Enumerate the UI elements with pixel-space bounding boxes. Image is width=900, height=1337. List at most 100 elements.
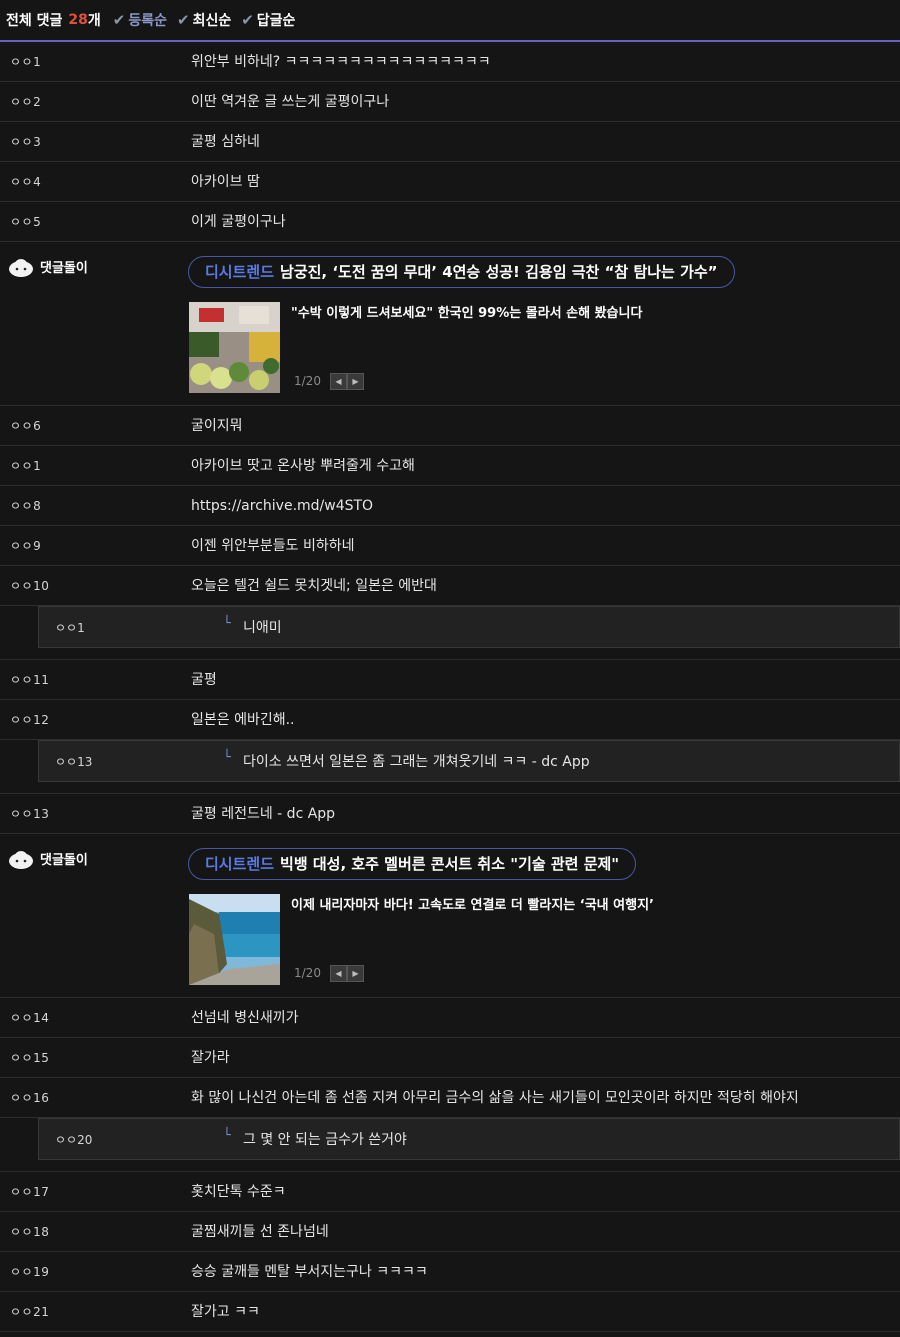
check-icon: ✔ xyxy=(112,11,126,29)
comment-text: 홋치단톡 수준ㅋ xyxy=(191,1184,286,1200)
trend-headline: 남궁진, ‘도전 꿈의 무대’ 4연승 성공! 김용임 극찬 “참 탐나는 가수… xyxy=(280,263,718,281)
comment-row: ㅇㅇ2 이딴 역겨운 글 쓰는게 굴평이구나 xyxy=(0,82,900,122)
comment-text: 아카이브 땃고 온사방 뿌려줄게 수고해 xyxy=(191,458,415,474)
comment-row: ㅇㅇ4 아카이브 땀 xyxy=(0,162,900,202)
comment-row: ㅇㅇ21 잘가고 ㅋㅋ xyxy=(0,1292,900,1332)
comment-nick[interactable]: ㅇㅇ5 xyxy=(10,202,41,242)
reply-nick[interactable]: ㅇㅇ13 xyxy=(55,741,92,783)
comment-text: 굴이지뭐 xyxy=(191,418,243,434)
comment-row: ㅇㅇ3 굴평 심하네 xyxy=(0,122,900,162)
comment-nick[interactable]: ㅇㅇ11 xyxy=(10,660,49,700)
reply-text: 니애미 xyxy=(243,620,282,636)
next-icon[interactable]: ▶ xyxy=(347,965,364,982)
next-icon[interactable]: ▶ xyxy=(347,373,364,390)
bot-avatar-icon xyxy=(9,259,33,277)
reply-arrow-icon: └ xyxy=(223,616,231,631)
comment-nick[interactable]: ㅇㅇ1 xyxy=(10,446,41,486)
comment-row: ㅇㅇ14 선넘네 병신새끼가 xyxy=(0,998,900,1038)
comment-text: 굴찜새끼들 선 존나넘네 xyxy=(191,1224,329,1240)
news-thumbnail[interactable] xyxy=(189,894,280,985)
comment-nick[interactable]: ㅇㅇ17 xyxy=(10,1172,49,1212)
comment-text: 굴평 심하네 xyxy=(191,134,260,150)
comment-text: 이딴 역겨운 글 쓰는게 굴평이구나 xyxy=(191,94,390,110)
comment-row: ㅇㅇ9 이젠 위안부분들도 비하하네 xyxy=(0,526,900,566)
comment-text: 이젠 위안부분들도 비하하네 xyxy=(191,538,355,554)
comment-nick[interactable]: ㅇㅇ1 xyxy=(10,42,41,82)
reply-nick[interactable]: ㅇㅇ20 xyxy=(55,1119,92,1161)
comment-row: ㅇㅇ5 이게 굴평이구나 xyxy=(0,202,900,242)
bot-ad-card: 댓글돌이 디시트렌드 남궁진, ‘도전 꿈의 무대’ 4연승 성공! 김용임 극찬… xyxy=(0,242,900,406)
comment-row: ㅇㅇ1 위안부 비하네? ㅋㅋㅋㅋㅋㅋㅋㅋㅋㅋㅋㅋㅋㅋㅋㅋ xyxy=(0,42,900,82)
comment-count-unit: 개 xyxy=(87,13,101,29)
comment-text: 굴평 xyxy=(191,672,217,688)
comment-count: 28 xyxy=(68,12,88,28)
comment-row: ㅇㅇ6 굴이지뭐 xyxy=(0,406,900,446)
comment-nick[interactable]: ㅇㅇ15 xyxy=(10,1038,49,1078)
reply-text: 그 몇 안 되는 금수가 쓴거야 xyxy=(243,1132,407,1148)
bot-name: 댓글돌이 xyxy=(40,261,88,276)
check-icon: ✔ xyxy=(241,11,254,29)
reply-row: ㅇㅇ20 └ 그 몇 안 되는 금수가 쓴거야 xyxy=(0,1118,900,1172)
comment-row: ㅇㅇ10 오늘은 텔건 쉴드 못치겟네; 일본은 에반대 xyxy=(0,566,900,606)
news-thumbnail[interactable] xyxy=(189,302,280,393)
reply-arrow-icon: └ xyxy=(223,750,231,765)
bot-ad-card: 댓글돌이 디시트렌드 빅뱅 대성, 호주 멜버른 콘서트 취소 "기술 관련 문제… xyxy=(0,834,900,998)
comment-row: ㅇㅇ11 굴평 xyxy=(0,660,900,700)
comment-text: 아카이브 땀 xyxy=(191,174,260,190)
comment-nick[interactable]: ㅇㅇ3 xyxy=(10,122,41,162)
comment-header: 전체 댓글 28 개 ✔ 등록순 ✔ 최신순 ✔ 답글순 xyxy=(0,0,900,42)
news-pager: 1/20 xyxy=(294,966,321,980)
comment-row: ㅇㅇ1 아카이브 땃고 온사방 뿌려줄게 수고해 xyxy=(0,446,900,486)
comment-row: ㅇㅇ13 굴평 레전드네 - dc App xyxy=(0,794,900,834)
comment-nick[interactable]: ㅇㅇ16 xyxy=(10,1078,49,1118)
sort-latest[interactable]: ✔ 최신순 xyxy=(177,10,231,30)
bot-avatar-icon xyxy=(9,851,33,869)
comment-nick[interactable]: ㅇㅇ8 xyxy=(10,486,41,526)
comment-nick[interactable]: ㅇㅇ19 xyxy=(10,1252,49,1292)
header-title: 전체 댓글 xyxy=(6,13,63,29)
comment-text: 이게 굴평이구나 xyxy=(191,214,286,230)
comment-row: ㅇㅇ18 굴찜새끼들 선 존나넘네 xyxy=(0,1212,900,1252)
comment-text: 선넘네 병신새끼가 xyxy=(191,1010,299,1026)
pager-buttons: ◀ ▶ xyxy=(330,965,364,982)
comment-nick[interactable]: ㅇㅇ14 xyxy=(10,998,49,1038)
trend-brand: 디시트렌드 xyxy=(205,855,275,873)
comment-row: ㅇㅇ12 일본은 에바긴해.. xyxy=(0,700,900,740)
sort-replies[interactable]: ✔ 답글순 xyxy=(241,10,295,30)
comment-text: 일본은 에바긴해.. xyxy=(191,712,295,728)
comment-row: ㅇㅇ8 https://archive.md/w4STO xyxy=(0,486,900,526)
comment-text: 승승 굴깨들 멘탈 부서지는구나 ㅋㅋㅋㅋ xyxy=(191,1264,428,1280)
comment-nick[interactable]: ㅇㅇ21 xyxy=(10,1292,49,1332)
trend-headline-link[interactable]: 디시트렌드 남궁진, ‘도전 꿈의 무대’ 4연승 성공! 김용임 극찬 “참 탐… xyxy=(188,256,735,288)
reply-arrow-icon: └ xyxy=(223,1128,231,1143)
bot-name: 댓글돌이 xyxy=(40,853,88,868)
comment-nick[interactable]: ㅇㅇ6 xyxy=(10,406,41,446)
comment-row: ㅇㅇ15 잘가라 xyxy=(0,1038,900,1078)
prev-icon[interactable]: ◀ xyxy=(330,373,347,390)
sort-registered[interactable]: ✔ 등록순 xyxy=(113,10,167,30)
comment-text: 화 많이 나신건 아는데 좀 선좀 지켜 아무리 금수의 삶을 사는 새기들이 … xyxy=(191,1090,799,1106)
news-pager: 1/20 xyxy=(294,374,321,388)
reply-row: ㅇㅇ1 └ 니애미 xyxy=(0,606,900,660)
reply-row: ㅇㅇ13 └ 다이소 쓰면서 일본은 좀 그래는 개쳐웃기네 ㅋㅋ - dc A… xyxy=(0,740,900,794)
comment-nick[interactable]: ㅇㅇ4 xyxy=(10,162,41,202)
comment-nick[interactable]: ㅇㅇ12 xyxy=(10,700,49,740)
comment-nick[interactable]: ㅇㅇ10 xyxy=(10,566,49,606)
news-title[interactable]: "수박 이렇게 드셔보세요" 한국인 99%는 몰라서 손해 봤습니다 xyxy=(291,302,642,321)
comment-nick[interactable]: ㅇㅇ2 xyxy=(10,82,41,122)
trend-headline-link[interactable]: 디시트렌드 빅뱅 대성, 호주 멜버른 콘서트 취소 "기술 관련 문제" xyxy=(188,848,637,880)
comment-nick[interactable]: ㅇㅇ9 xyxy=(10,526,41,566)
news-title[interactable]: 이제 내리자마자 바다! 고속도로 연결로 더 빨라지는 ‘국내 여행지’ xyxy=(291,894,654,913)
comment-text: 굴평 레전드네 - dc App xyxy=(191,806,336,822)
comment-text: 잘가라 xyxy=(191,1050,230,1066)
comment-nick[interactable]: ㅇㅇ18 xyxy=(10,1212,49,1252)
comment-text: 잘가고 ㅋㅋ xyxy=(191,1304,260,1320)
comment-text: https://archive.md/w4STO xyxy=(191,498,374,514)
pager-buttons: ◀ ▶ xyxy=(330,373,364,390)
comment-nick[interactable]: ㅇㅇ13 xyxy=(10,794,49,834)
trend-brand: 디시트렌드 xyxy=(205,263,275,281)
reply-box: ㅇㅇ1 └ 니애미 xyxy=(38,606,900,648)
reply-nick[interactable]: ㅇㅇ1 xyxy=(55,607,85,649)
prev-icon[interactable]: ◀ xyxy=(330,965,347,982)
comment-row: ㅇㅇ17 홋치단톡 수준ㅋ xyxy=(0,1172,900,1212)
